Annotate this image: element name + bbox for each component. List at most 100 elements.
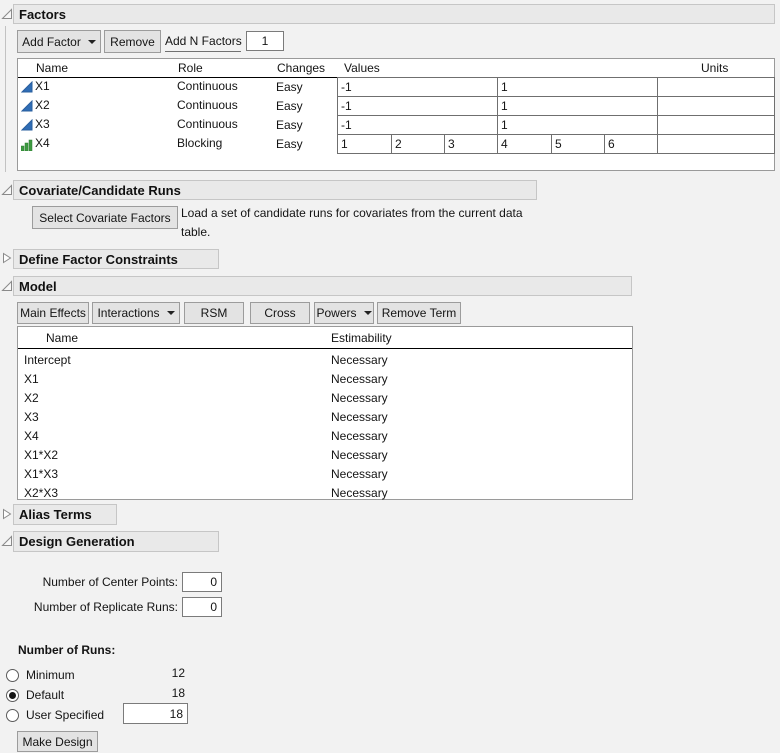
factor-name[interactable]: X3	[35, 115, 50, 134]
factor-role[interactable]: Continuous	[177, 96, 238, 115]
dropdown-arrow-icon	[364, 311, 372, 315]
disclosure-open-icon[interactable]	[1, 535, 13, 547]
factor-changes[interactable]: Easy	[276, 116, 303, 135]
remove-label: Remove	[110, 35, 155, 49]
factor-role[interactable]: Blocking	[177, 134, 222, 153]
constraints-section-header[interactable]: Define Factor Constraints	[13, 249, 219, 269]
design-generation-section-header[interactable]: Design Generation	[13, 531, 219, 552]
factor-units-cell[interactable]	[657, 134, 775, 154]
header-underline	[18, 348, 632, 349]
factor-value-cell[interactable]: 6	[604, 134, 658, 154]
model-term-estimability[interactable]: Necessary	[331, 389, 388, 408]
model-term-estimability[interactable]: Necessary	[331, 408, 388, 427]
disclosure-open-icon[interactable]	[1, 8, 13, 20]
interactions-button[interactable]: Interactions	[92, 302, 180, 324]
factor-value-cell[interactable]: 1	[497, 77, 658, 97]
select-covariate-factors-label: Select Covariate Factors	[39, 211, 170, 225]
factor-value-cell[interactable]: 5	[551, 134, 605, 154]
factor-value-cell[interactable]: 2	[391, 134, 445, 154]
model-term-name[interactable]: Intercept	[24, 351, 71, 370]
factor-changes[interactable]: Easy	[276, 135, 303, 154]
factor-value-cell[interactable]: 4	[497, 134, 552, 154]
factor-value-cell[interactable]: 3	[444, 134, 498, 154]
model-term-estimability[interactable]: Necessary	[331, 465, 388, 484]
add-n-factors-input[interactable]	[246, 31, 284, 51]
minimum-radio[interactable]	[6, 669, 19, 682]
user-specified-runs-input[interactable]	[123, 703, 188, 724]
model-term-name[interactable]: X1	[24, 370, 39, 389]
factor-value-cell[interactable]: 1	[497, 96, 658, 116]
alias-section-header[interactable]: Alias Terms	[13, 504, 117, 525]
disclosure-closed-icon[interactable]	[1, 252, 13, 264]
factor-role[interactable]: Continuous	[177, 77, 238, 96]
center-points-label: Number of Center Points:	[18, 573, 178, 592]
model-term-name[interactable]: X1*X2	[24, 446, 58, 465]
replicate-runs-label: Number of Replicate Runs:	[18, 598, 178, 617]
factor-value-cell[interactable]: -1	[337, 77, 498, 97]
disclosure-open-icon[interactable]	[1, 280, 13, 292]
powers-button[interactable]: Powers	[314, 302, 374, 324]
factor-changes[interactable]: Easy	[276, 97, 303, 116]
factor-name[interactable]: X1	[35, 77, 50, 96]
model-term-estimability[interactable]: Necessary	[331, 427, 388, 446]
make-design-label: Make Design	[22, 735, 92, 749]
factor-name[interactable]: X2	[35, 96, 50, 115]
main-effects-button[interactable]: Main Effects	[17, 302, 89, 324]
model-term-name[interactable]: X3	[24, 408, 39, 427]
replicate-runs-input[interactable]	[182, 597, 222, 617]
alias-title: Alias Terms	[19, 507, 92, 522]
model-term-estimability[interactable]: Necessary	[331, 484, 388, 503]
factor-units-cell[interactable]	[657, 77, 775, 97]
model-title: Model	[19, 279, 57, 294]
default-radio[interactable]	[6, 689, 19, 702]
model-term-estimability[interactable]: Necessary	[331, 351, 388, 370]
factor-value-cell[interactable]: -1	[337, 115, 498, 135]
factor-units-cell[interactable]	[657, 115, 775, 135]
model-col-name: Name	[46, 329, 78, 348]
factor-changes[interactable]: Easy	[276, 78, 303, 97]
disclosure-open-icon[interactable]	[1, 184, 13, 196]
model-term-name[interactable]: X1*X3	[24, 465, 58, 484]
user-specified-radio-label[interactable]: User Specified	[26, 706, 104, 725]
make-design-button[interactable]: Make Design	[17, 731, 98, 752]
cross-button[interactable]: Cross	[250, 302, 310, 324]
remove-term-button[interactable]: Remove Term	[377, 302, 461, 324]
model-term-estimability[interactable]: Necessary	[331, 370, 388, 389]
factor-value-cell[interactable]: 1	[337, 134, 392, 154]
model-term-name[interactable]: X2*X3	[24, 484, 58, 503]
user-specified-radio[interactable]	[6, 709, 19, 722]
covariate-title: Covariate/Candidate Runs	[19, 183, 181, 198]
add-factor-button[interactable]: Add Factor	[17, 30, 101, 53]
add-n-factors-label: Add N Factors	[165, 32, 241, 52]
factor-units-cell[interactable]	[657, 96, 775, 116]
number-of-runs-label: Number of Runs:	[18, 641, 115, 660]
interactions-label: Interactions	[97, 306, 159, 320]
custom-design-window: Factors Add Factor Remove Add N Factors …	[0, 0, 780, 753]
rsm-button[interactable]: RSM	[184, 302, 244, 324]
factor-role[interactable]: Continuous	[177, 115, 238, 134]
factors-col-name: Name	[36, 59, 68, 78]
factor-value-cell[interactable]: -1	[337, 96, 498, 116]
model-term-name[interactable]: X2	[24, 389, 39, 408]
default-radio-label[interactable]: Default	[26, 686, 64, 705]
model-section-header[interactable]: Model	[13, 276, 632, 296]
select-covariate-factors-button[interactable]: Select Covariate Factors	[32, 206, 178, 229]
disclosure-closed-icon[interactable]	[1, 508, 13, 520]
factor-value-cell[interactable]: 1	[497, 115, 658, 135]
minimum-radio-label[interactable]: Minimum	[26, 666, 75, 685]
factors-col-changes: Changes	[277, 59, 325, 78]
factors-col-units: Units	[701, 59, 728, 78]
center-points-input[interactable]	[182, 572, 222, 592]
factor-name[interactable]: X4	[35, 134, 50, 153]
model-term-estimability[interactable]: Necessary	[331, 446, 388, 465]
continuous-factor-icon	[21, 100, 33, 112]
factors-section-header[interactable]: Factors	[13, 4, 775, 24]
remove-factor-button[interactable]: Remove	[104, 30, 161, 53]
model-col-estimability: Estimability	[331, 329, 392, 348]
rsm-label: RSM	[201, 306, 228, 320]
minimum-runs-value: 12	[145, 664, 185, 683]
model-term-name[interactable]: X4	[24, 427, 39, 446]
continuous-factor-icon	[21, 81, 33, 93]
blocking-factor-icon	[21, 139, 33, 151]
covariate-section-header[interactable]: Covariate/Candidate Runs	[13, 180, 537, 200]
